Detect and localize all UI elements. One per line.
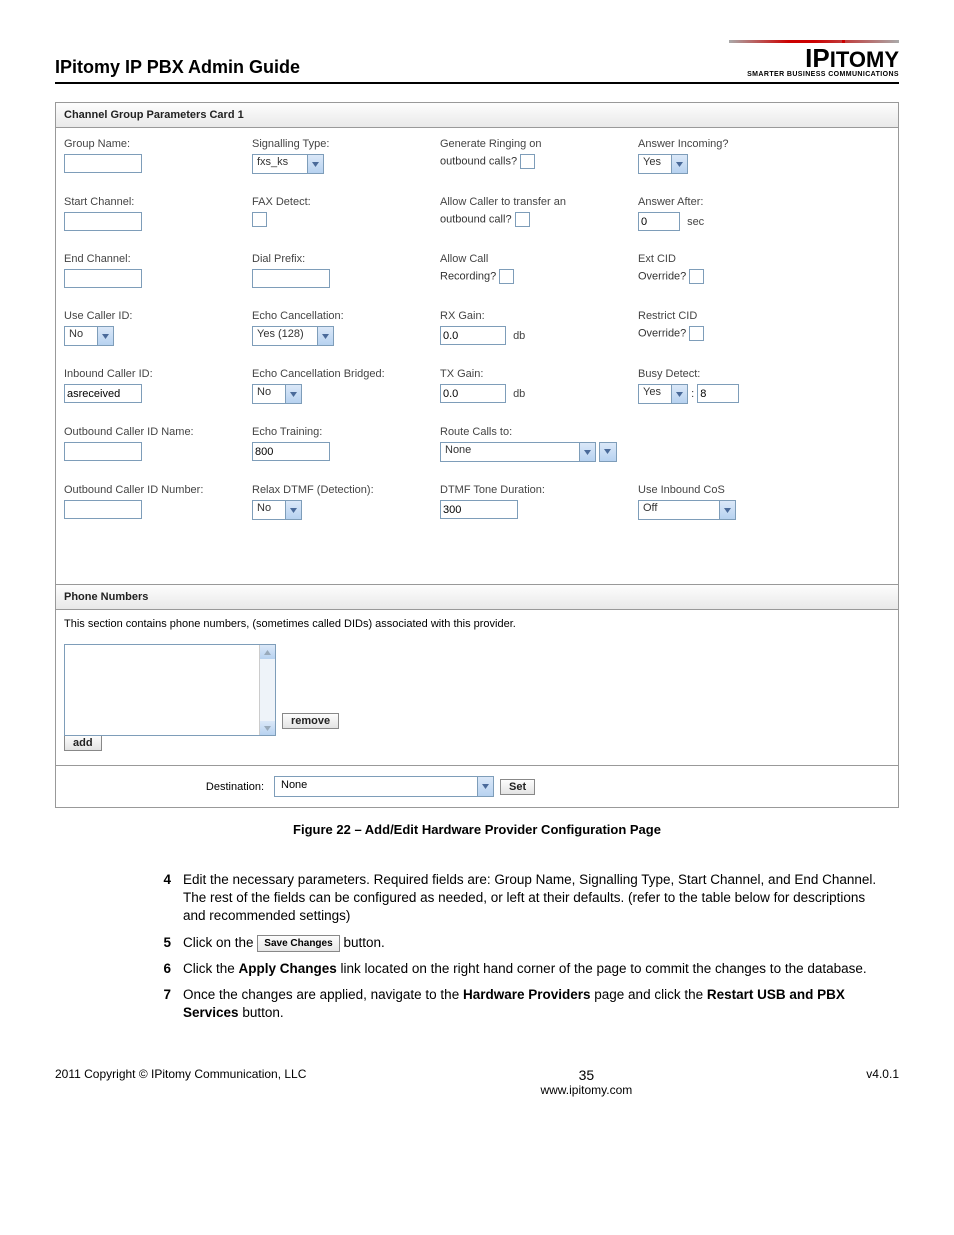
chevron-down-icon xyxy=(477,777,493,796)
scrollbar[interactable] xyxy=(259,645,275,735)
use-cos-field: Use Inbound CoS Off xyxy=(638,484,818,520)
start-channel-input[interactable] xyxy=(64,212,142,231)
restrict-cid-checkbox[interactable] xyxy=(689,326,704,341)
instruction-list: 4 Edit the necessary parameters. Require… xyxy=(145,871,889,1023)
dial-prefix-input[interactable] xyxy=(252,269,330,288)
out-cid-num-field: Outbound Caller ID Number: xyxy=(64,484,244,520)
dial-prefix-field: Dial Prefix: xyxy=(252,253,432,288)
chevron-down-icon xyxy=(719,501,735,519)
route-calls-field: Route Calls to: None xyxy=(440,426,630,462)
dtmf-duration-input[interactable] xyxy=(440,500,518,519)
step-7-text: Once the changes are applied, navigate t… xyxy=(183,986,889,1022)
step-5-text: Click on the Save Changes button. xyxy=(183,934,889,952)
busy-detect-count-input[interactable] xyxy=(697,384,739,403)
rx-gain-field: RX Gain: db xyxy=(440,310,630,346)
allow-recording-field: Allow Call Recording? xyxy=(440,253,630,288)
answer-incoming-select[interactable]: Yes xyxy=(638,154,688,174)
allow-recording-checkbox[interactable] xyxy=(499,269,514,284)
answer-incoming-field: Answer Incoming? Yes xyxy=(638,138,818,174)
relax-dtmf-field: Relax DTMF (Detection): No xyxy=(252,484,432,520)
end-channel-input[interactable] xyxy=(64,269,142,288)
phone-numbers-desc: This section contains phone numbers, (so… xyxy=(64,618,890,630)
ext-cid-field: Ext CID Override? xyxy=(638,253,818,288)
remove-button[interactable]: remove xyxy=(282,713,339,729)
echo-training-input[interactable] xyxy=(252,442,330,461)
group-name-field: Group Name: xyxy=(64,138,244,174)
set-button[interactable]: Set xyxy=(500,779,535,795)
tx-gain-input[interactable] xyxy=(440,384,506,403)
page-footer: 2011 Copyright © IPitomy Communication, … xyxy=(55,1067,899,1097)
step-6-text: Click the Apply Changes link located on … xyxy=(183,960,889,978)
footer-url: www.ipitomy.com xyxy=(540,1083,632,1097)
tx-gain-field: TX Gain: db xyxy=(440,368,630,404)
phone-numbers-listbox[interactable] xyxy=(64,644,276,736)
echo-cancel-field: Echo Cancellation: Yes (128) xyxy=(252,310,432,346)
chevron-down-icon xyxy=(307,155,323,173)
signalling-type-field: Signalling Type: fxs_ks xyxy=(252,138,432,174)
destination-label: Destination: xyxy=(64,781,268,793)
answer-after-field: Answer After: sec xyxy=(638,196,818,231)
allow-transfer-checkbox[interactable] xyxy=(515,212,530,227)
allow-transfer-field: Allow Caller to transfer an outbound cal… xyxy=(440,196,630,231)
rx-gain-input[interactable] xyxy=(440,326,506,345)
chevron-down-icon xyxy=(579,443,595,461)
busy-detect-field: Busy Detect: Yes : xyxy=(638,368,818,404)
chevron-down-icon xyxy=(317,327,333,345)
route-calls-secondary-select[interactable] xyxy=(599,442,617,462)
start-channel-field: Start Channel: xyxy=(64,196,244,231)
relax-dtmf-select[interactable]: No xyxy=(252,500,302,520)
save-changes-button[interactable]: Save Changes xyxy=(257,935,339,952)
end-channel-field: End Channel: xyxy=(64,253,244,288)
add-button[interactable]: add xyxy=(64,735,102,751)
out-cid-num-input[interactable] xyxy=(64,500,142,519)
restrict-cid-field: Restrict CID Override? xyxy=(638,310,818,346)
channel-group-card: Channel Group Parameters Card 1 Group Na… xyxy=(55,102,899,808)
copyright: 2011 Copyright © IPitomy Communication, … xyxy=(55,1067,306,1097)
logo: IPITOMY SMARTER BUSINESS COMMUNICATIONS xyxy=(729,40,899,78)
signalling-type-select[interactable]: fxs_ks xyxy=(252,154,324,174)
route-calls-select[interactable]: None xyxy=(440,442,596,462)
dtmf-duration-field: DTMF Tone Duration: xyxy=(440,484,630,520)
out-cid-name-input[interactable] xyxy=(64,442,142,461)
use-caller-id-select[interactable]: No xyxy=(64,326,114,346)
figure-caption: Figure 22 – Add/Edit Hardware Provider C… xyxy=(55,822,899,837)
fax-detect-field: FAX Detect: xyxy=(252,196,432,231)
inbound-cid-field: Inbound Caller ID: xyxy=(64,368,244,404)
chevron-down-icon xyxy=(97,327,113,345)
echo-bridged-select[interactable]: No xyxy=(252,384,302,404)
use-cos-select[interactable]: Off xyxy=(638,500,736,520)
chevron-down-icon[interactable] xyxy=(260,721,275,735)
chevron-down-icon xyxy=(671,155,687,173)
generate-ringing-checkbox[interactable] xyxy=(520,154,535,169)
group-name-input[interactable] xyxy=(64,154,142,173)
step-4-text: Edit the necessary parameters. Required … xyxy=(183,871,889,926)
chevron-down-icon xyxy=(285,385,301,403)
use-caller-id-field: Use Caller ID: No xyxy=(64,310,244,346)
chevron-up-icon[interactable] xyxy=(260,645,275,659)
destination-select[interactable]: None xyxy=(274,776,494,797)
echo-cancel-select[interactable]: Yes (128) xyxy=(252,326,334,346)
out-cid-name-field: Outbound Caller ID Name: xyxy=(64,426,244,462)
card-title: Channel Group Parameters Card 1 xyxy=(56,103,898,128)
chevron-down-icon xyxy=(285,501,301,519)
chevron-down-icon xyxy=(671,385,687,403)
page-header: IPitomy IP PBX Admin Guide IPITOMY SMART… xyxy=(55,40,899,84)
page-number: 35 xyxy=(540,1067,632,1083)
echo-training-field: Echo Training: xyxy=(252,426,432,462)
ext-cid-checkbox[interactable] xyxy=(689,269,704,284)
answer-after-input[interactable] xyxy=(638,212,680,231)
page-title: IPitomy IP PBX Admin Guide xyxy=(55,57,300,78)
phone-numbers-title: Phone Numbers xyxy=(56,585,898,610)
fax-detect-checkbox[interactable] xyxy=(252,212,267,227)
echo-bridged-field: Echo Cancellation Bridged: No xyxy=(252,368,432,404)
generate-ringing-field: Generate Ringing on outbound calls? xyxy=(440,138,630,174)
inbound-cid-input[interactable] xyxy=(64,384,142,403)
busy-detect-select[interactable]: Yes xyxy=(638,384,688,404)
version: v4.0.1 xyxy=(866,1067,899,1097)
